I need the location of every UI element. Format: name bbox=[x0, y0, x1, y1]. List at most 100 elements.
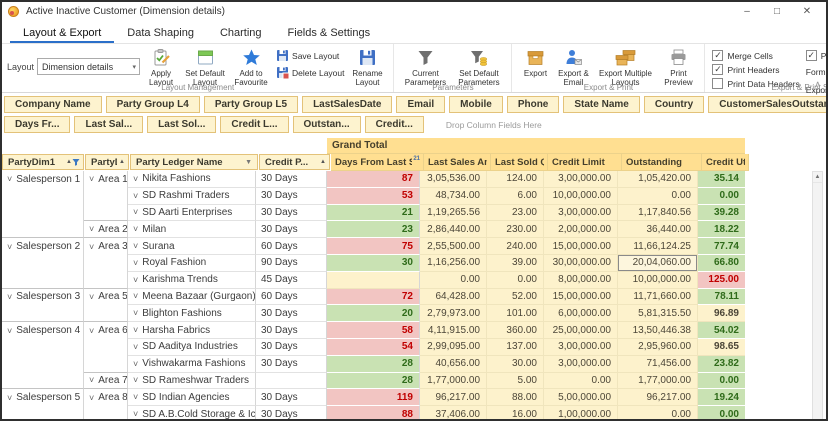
cell-outstanding[interactable]: 5,81,315.50 bbox=[618, 305, 698, 323]
collapse-chevron-icon[interactable]: ˅ bbox=[133, 409, 138, 419]
cell-days-from-last-sales[interactable]: 23 bbox=[327, 221, 420, 239]
cell-credit-utilization[interactable]: 0.00 bbox=[698, 406, 745, 419]
cell-last-sales-amt[interactable]: 48,734.00 bbox=[420, 187, 487, 205]
cell-salesperson[interactable]: ˅ Salesperson 1 bbox=[2, 171, 84, 188]
collapse-chevron-icon[interactable]: ˅ bbox=[89, 393, 94, 403]
collapse-chevron-icon[interactable]: ˅ bbox=[133, 375, 138, 385]
cell-credit-limit[interactable]: 15,00,000.00 bbox=[544, 238, 618, 255]
collapse-chevron-icon[interactable]: ˅ bbox=[89, 375, 94, 385]
cell-credit-utilization[interactable]: 19.24 bbox=[698, 389, 745, 407]
cell-credit-utilization[interactable]: 98.65 bbox=[698, 338, 745, 356]
cell-credit-period[interactable]: 30 Days bbox=[256, 406, 327, 419]
cell-credit-utilization[interactable]: 78.11 bbox=[698, 288, 745, 306]
cell-area[interactable] bbox=[84, 271, 128, 289]
collapse-chevron-icon[interactable]: ˅ bbox=[89, 242, 94, 252]
cell-outstanding[interactable]: 1,77,000.00 bbox=[618, 372, 698, 390]
collapse-chevron-icon[interactable]: ˅ bbox=[133, 258, 138, 268]
cell-party-ledger-name[interactable]: ˅ Surana bbox=[128, 238, 256, 255]
data-column-header-6[interactable]: Credit Utilizati... bbox=[702, 154, 749, 171]
cell-credit-limit[interactable]: 3,00,000.00 bbox=[544, 171, 618, 188]
data-field-chip[interactable]: Credit... bbox=[364, 116, 424, 133]
cell-credit-utilization[interactable]: 54.02 bbox=[698, 322, 745, 339]
cell-credit-utilization[interactable]: 125.00 bbox=[698, 271, 745, 289]
cell-credit-period[interactable]: 30 Days bbox=[256, 171, 327, 188]
cell-outstanding-selected[interactable]: 20,04,060.00 bbox=[618, 254, 698, 272]
cell-salesperson[interactable]: ˅ Salesperson 2 bbox=[2, 238, 84, 255]
collapse-chevron-icon[interactable]: ˅ bbox=[7, 174, 12, 184]
cell-credit-utilization[interactable]: 0.00 bbox=[698, 372, 745, 390]
cell-outstanding[interactable]: 0.00 bbox=[618, 187, 698, 205]
collapse-chevron-icon[interactable]: ˅ bbox=[133, 174, 138, 184]
cell-last-sold-qty[interactable]: 360.00 bbox=[487, 322, 544, 339]
cell-party-ledger-name[interactable]: ˅ Milan bbox=[128, 221, 256, 239]
collapse-chevron-icon[interactable]: ˅ bbox=[133, 342, 138, 352]
cell-last-sales-amt[interactable]: 40,656.00 bbox=[420, 355, 487, 373]
column-field-chip[interactable]: Email bbox=[396, 96, 446, 113]
cell-area[interactable] bbox=[84, 187, 128, 205]
cell-salesperson[interactable] bbox=[2, 305, 84, 323]
cell-salesperson[interactable]: ˅ Salesperson 4 bbox=[2, 322, 84, 339]
data-field-chip[interactable]: Outstan... bbox=[292, 116, 361, 133]
cell-outstanding[interactable]: 11,71,660.00 bbox=[618, 288, 698, 306]
cell-area[interactable]: ˅ Area 6 bbox=[84, 322, 128, 339]
cell-last-sold-qty[interactable]: 240.00 bbox=[487, 238, 544, 255]
cell-party-ledger-name[interactable]: ˅ SD Aarti Enterprises bbox=[128, 204, 256, 222]
cell-credit-period[interactable]: 30 Days bbox=[256, 187, 327, 205]
cell-last-sold-qty[interactable]: 6.00 bbox=[487, 187, 544, 205]
cell-last-sales-amt[interactable]: 2,86,440.00 bbox=[420, 221, 487, 239]
column-field-chip[interactable]: LastSalesDate bbox=[302, 96, 393, 113]
set-default-parameters-button[interactable]: Set Default Parameters bbox=[451, 47, 506, 87]
collapse-chevron-icon[interactable]: ˅ bbox=[7, 393, 12, 403]
collapse-chevron-icon[interactable]: ˅ bbox=[89, 224, 94, 234]
cell-credit-utilization[interactable]: 77.74 bbox=[698, 238, 745, 255]
cell-credit-utilization[interactable]: 39.28 bbox=[698, 204, 745, 222]
column-field-chip[interactable]: State Name bbox=[563, 96, 640, 113]
tab-layout-export[interactable]: Layout & Export bbox=[10, 24, 115, 43]
cell-party-ledger-name[interactable]: ˅ Royal Fashion bbox=[128, 254, 256, 272]
cell-last-sold-qty[interactable]: 88.00 bbox=[487, 389, 544, 407]
cell-credit-limit[interactable]: 0.00 bbox=[544, 372, 618, 390]
cell-last-sales-amt[interactable]: 3,05,536.00 bbox=[420, 171, 487, 188]
vertical-scrollbar[interactable]: ▲ bbox=[812, 171, 823, 419]
collapse-chevron-icon[interactable]: ˅ bbox=[133, 224, 138, 234]
data-column-header-5[interactable]: Outstanding bbox=[622, 154, 702, 171]
cell-credit-limit[interactable]: 10,00,000.00 bbox=[544, 187, 618, 205]
cell-credit-limit[interactable]: 25,00,000.00 bbox=[544, 322, 618, 339]
collapse-chevron-icon[interactable]: ˅ bbox=[89, 292, 94, 302]
cell-days-from-last-sales[interactable] bbox=[327, 271, 420, 289]
print-preview-button[interactable]: Print Preview bbox=[657, 47, 699, 87]
print-column-headers-checkbox[interactable]: ✓ Print Column Headers bbox=[805, 50, 826, 61]
export-multiple-layouts-button[interactable]: Export Multiple Layouts bbox=[593, 47, 657, 87]
cell-credit-utilization[interactable]: 66.80 bbox=[698, 254, 745, 272]
tab-charting[interactable]: Charting bbox=[207, 24, 275, 43]
column-field-chip[interactable]: Phone bbox=[506, 96, 560, 113]
cell-credit-period[interactable]: 30 Days bbox=[256, 338, 327, 356]
maximize-button[interactable]: □ bbox=[762, 2, 792, 21]
data-field-chip[interactable]: Credit L... bbox=[220, 116, 289, 133]
tab-fields-settings[interactable]: Fields & Settings bbox=[275, 24, 384, 43]
add-to-favourite-button[interactable]: Add to Favourite bbox=[228, 47, 274, 87]
cell-area[interactable]: ˅ Area 3 bbox=[84, 238, 128, 255]
cell-last-sales-amt[interactable]: 96,217.00 bbox=[420, 389, 487, 407]
cell-credit-period[interactable]: 30 Days bbox=[256, 322, 327, 339]
cell-credit-limit[interactable]: 5,00,000.00 bbox=[544, 389, 618, 407]
column-field-chip[interactable]: Party Group L4 bbox=[105, 96, 200, 113]
cell-last-sales-amt[interactable]: 1,16,256.00 bbox=[420, 254, 487, 272]
export-button[interactable]: Export bbox=[517, 47, 553, 78]
cell-credit-limit[interactable]: 3,00,000.00 bbox=[544, 338, 618, 356]
cell-party-ledger-name[interactable]: ˅ Nikita Fashions bbox=[128, 171, 256, 188]
cell-party-ledger-name[interactable]: ˅ Harsha Fabrics bbox=[128, 322, 256, 339]
cell-days-from-last-sales[interactable]: 20 bbox=[327, 305, 420, 323]
export-email-button[interactable]: Export & Email bbox=[553, 47, 593, 87]
cell-last-sales-amt[interactable]: 2,55,500.00 bbox=[420, 238, 487, 255]
cell-credit-utilization[interactable]: 23.82 bbox=[698, 355, 745, 373]
data-column-header-3[interactable]: Last Sold Qty bbox=[491, 154, 548, 171]
cell-salesperson[interactable] bbox=[2, 204, 84, 222]
cell-last-sales-amt[interactable]: 2,79,973.00 bbox=[420, 305, 487, 323]
cell-last-sold-qty[interactable]: 137.00 bbox=[487, 338, 544, 356]
collapse-chevron-icon[interactable]: ˅ bbox=[133, 207, 138, 217]
data-field-chip[interactable]: Days Fr... bbox=[4, 116, 71, 133]
cell-last-sold-qty[interactable]: 23.00 bbox=[487, 204, 544, 222]
row-area-header-1[interactable]: PartyDim1 ▲ bbox=[2, 154, 84, 170]
cell-area[interactable]: ˅ Area 2 bbox=[84, 221, 128, 239]
